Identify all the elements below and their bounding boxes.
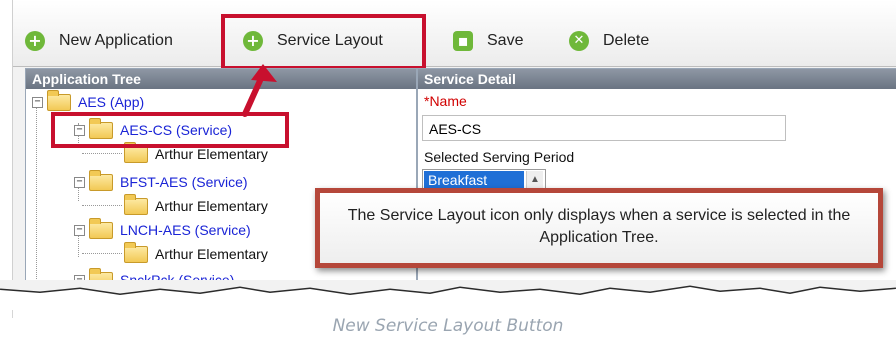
name-label: *Name (424, 93, 467, 109)
tree-item-arthur-elementary[interactable]: Arthur Elementary (124, 193, 268, 217)
tree-item-label: Arthur Elementary (155, 198, 268, 214)
tree-branch-line (82, 153, 122, 154)
tree-item-label: Arthur Elementary (155, 146, 268, 162)
figure-caption: New Service Layout Button (332, 316, 564, 336)
serving-period-selected-option[interactable]: Breakfast (424, 171, 524, 189)
callout-text: The Service Layout icon only displays wh… (347, 207, 851, 246)
serving-period-label: Selected Serving Period (424, 149, 575, 165)
folder-icon (47, 89, 71, 111)
tree-item-label: BFST-AES (Service) (120, 174, 248, 190)
info-callout: The Service Layout icon only displays wh… (315, 188, 883, 268)
name-input[interactable]: AES-CS (422, 115, 786, 141)
plus-circle-icon: + (25, 31, 45, 51)
collapse-icon[interactable]: − (74, 176, 85, 188)
tree-item-label: LNCH-AES (Service) (120, 222, 251, 238)
scroll-up-icon[interactable]: ▲ (526, 171, 543, 189)
service-detail-header: Service Detail (418, 69, 896, 89)
collapse-icon[interactable]: − (74, 224, 85, 236)
tree-branch-line (82, 205, 122, 206)
folder-icon (89, 169, 113, 191)
collapse-icon[interactable]: − (32, 96, 43, 108)
save-label: Save (487, 32, 524, 49)
application-tree-header: Application Tree (26, 69, 416, 89)
tree-item-label: Arthur Elementary (155, 246, 268, 262)
tree-item-aes-app[interactable]: − AES (App) (32, 89, 145, 113)
pointer-arrow (242, 64, 277, 117)
delete-button[interactable]: ✕ Delete (569, 26, 649, 56)
tree-item-arthur-elementary[interactable]: Arthur Elementary (124, 241, 268, 265)
tree-branch-line (82, 253, 122, 254)
screenshot-frame: + New Application + Service Layout ▪ Sav… (12, 0, 896, 290)
tree-guide-line (36, 99, 37, 290)
save-icon: ▪ (453, 31, 473, 51)
save-button[interactable]: ▪ Save (453, 26, 523, 56)
delete-icon: ✕ (569, 31, 589, 51)
tree-item-lnch-aes-service[interactable]: − LNCH-AES (Service) (74, 217, 251, 241)
torn-edge (0, 280, 896, 310)
tree-item-label: AES (App) (78, 94, 145, 110)
new-application-button[interactable]: + New Application (25, 26, 173, 56)
toolbar: + New Application + Service Layout ▪ Sav… (13, 0, 896, 67)
folder-icon (124, 241, 148, 263)
delete-label: Delete (603, 32, 650, 49)
folder-icon (124, 141, 148, 163)
service-layout-highlight (221, 14, 426, 70)
folder-icon (89, 217, 113, 239)
new-application-label: New Application (59, 32, 173, 49)
tree-item-bfst-aes-service[interactable]: − BFST-AES (Service) (74, 169, 248, 193)
folder-icon (124, 193, 148, 215)
